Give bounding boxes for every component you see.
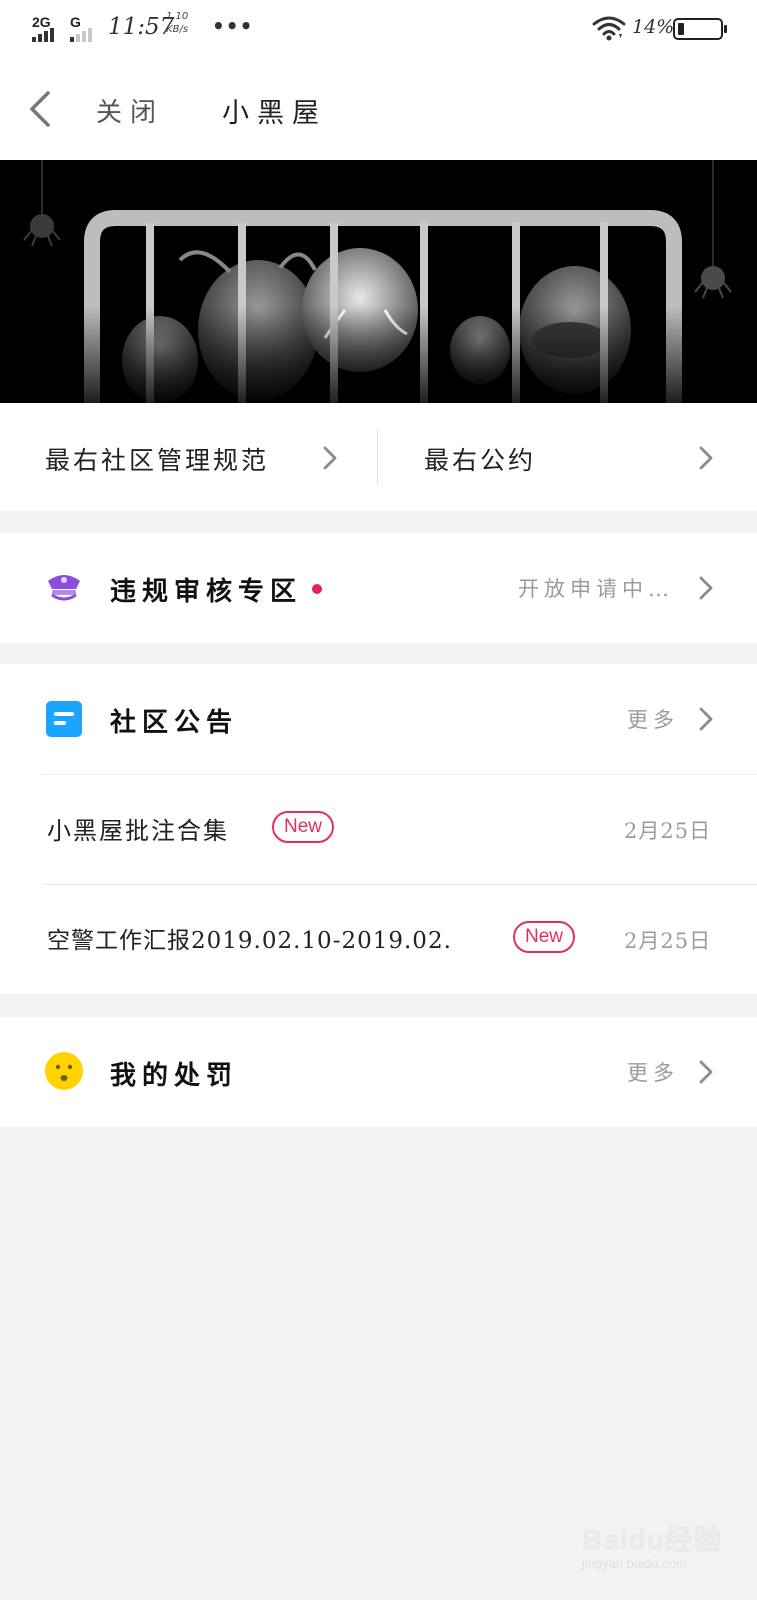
nav-bar: 关闭 小黑屋	[0, 58, 757, 160]
close-button[interactable]: 关闭	[96, 92, 164, 129]
status-bar: 2G G 11:57 1.10 KB/s ••• 14%	[0, 0, 757, 58]
chevron-right-icon	[699, 576, 713, 600]
penalties-card[interactable]: 我的处罚 更多	[0, 1017, 757, 1127]
battery-percent: 14%	[632, 16, 675, 38]
signal-bars-icon	[32, 28, 54, 42]
notice-date: 2月25日	[624, 819, 712, 843]
signal-bars-icon	[70, 28, 92, 42]
convention-link[interactable]: 最右公约	[378, 403, 756, 511]
notice-date: 2月25日	[624, 929, 712, 953]
network-speed: 1.10 KB/s	[166, 10, 188, 36]
sad-face-icon	[45, 1052, 83, 1090]
review-zone-status: 开放申请中…	[518, 577, 674, 601]
announcements-header[interactable]: 社区公告 更多	[0, 664, 757, 774]
more-notifications-icon: •••	[212, 14, 254, 38]
chevron-left-icon[interactable]	[26, 89, 56, 129]
chevron-right-icon	[699, 1060, 713, 1084]
page-title: 小黑屋	[222, 98, 327, 129]
review-zone-card[interactable]: 违规审核专区 开放申请中…	[0, 533, 757, 643]
police-cap-icon	[48, 575, 80, 601]
watermark-main: Baidu经验	[582, 1524, 723, 1555]
rules-row: 最右社区管理规范 最右公约	[0, 403, 757, 511]
review-zone-title: 违规审核专区	[110, 577, 303, 607]
community-rules-link[interactable]: 最右社区管理规范	[0, 403, 378, 511]
signal-indicator: 2G G	[32, 14, 102, 42]
new-badge: New	[272, 811, 335, 843]
battery-icon	[673, 18, 727, 40]
document-icon	[46, 701, 82, 737]
announcements-card: 社区公告 更多 小黑屋批注合集 New 2月25日 空警工作汇报2019.02.…	[0, 664, 757, 994]
convention-label: 最右公约	[424, 446, 537, 475]
chevron-right-icon	[323, 446, 337, 470]
announcements-title: 社区公告	[110, 708, 239, 738]
speed-unit: KB/s	[166, 24, 189, 35]
new-badge: New	[513, 921, 576, 953]
wifi-icon	[592, 16, 626, 41]
jail-banner-image	[0, 160, 757, 403]
speed-value: 1.10	[166, 11, 189, 22]
notice-title: 空警工作汇报2019.02.10-2019.02.	[47, 928, 452, 954]
status-time: 11:57	[108, 14, 175, 40]
list-item[interactable]: 小黑屋批注合集 New 2月25日	[42, 774, 757, 884]
chevron-right-icon	[699, 446, 713, 470]
community-rules-label: 最右社区管理规范	[45, 446, 270, 475]
notice-title: 小黑屋批注合集	[47, 817, 229, 845]
penalties-title: 我的处罚	[110, 1061, 239, 1091]
watermark-sub: jingyan.baidu.com	[582, 1556, 687, 1571]
chevron-right-icon	[699, 707, 713, 731]
unread-dot	[312, 584, 322, 594]
penalties-more[interactable]: 更多	[627, 1057, 679, 1087]
baidu-watermark: Baidu经验 jingyan.baidu.com	[578, 1518, 728, 1586]
list-item[interactable]: 空警工作汇报2019.02.10-2019.02. New 2月25日	[42, 884, 757, 994]
announcements-more[interactable]: 更多	[627, 704, 679, 734]
